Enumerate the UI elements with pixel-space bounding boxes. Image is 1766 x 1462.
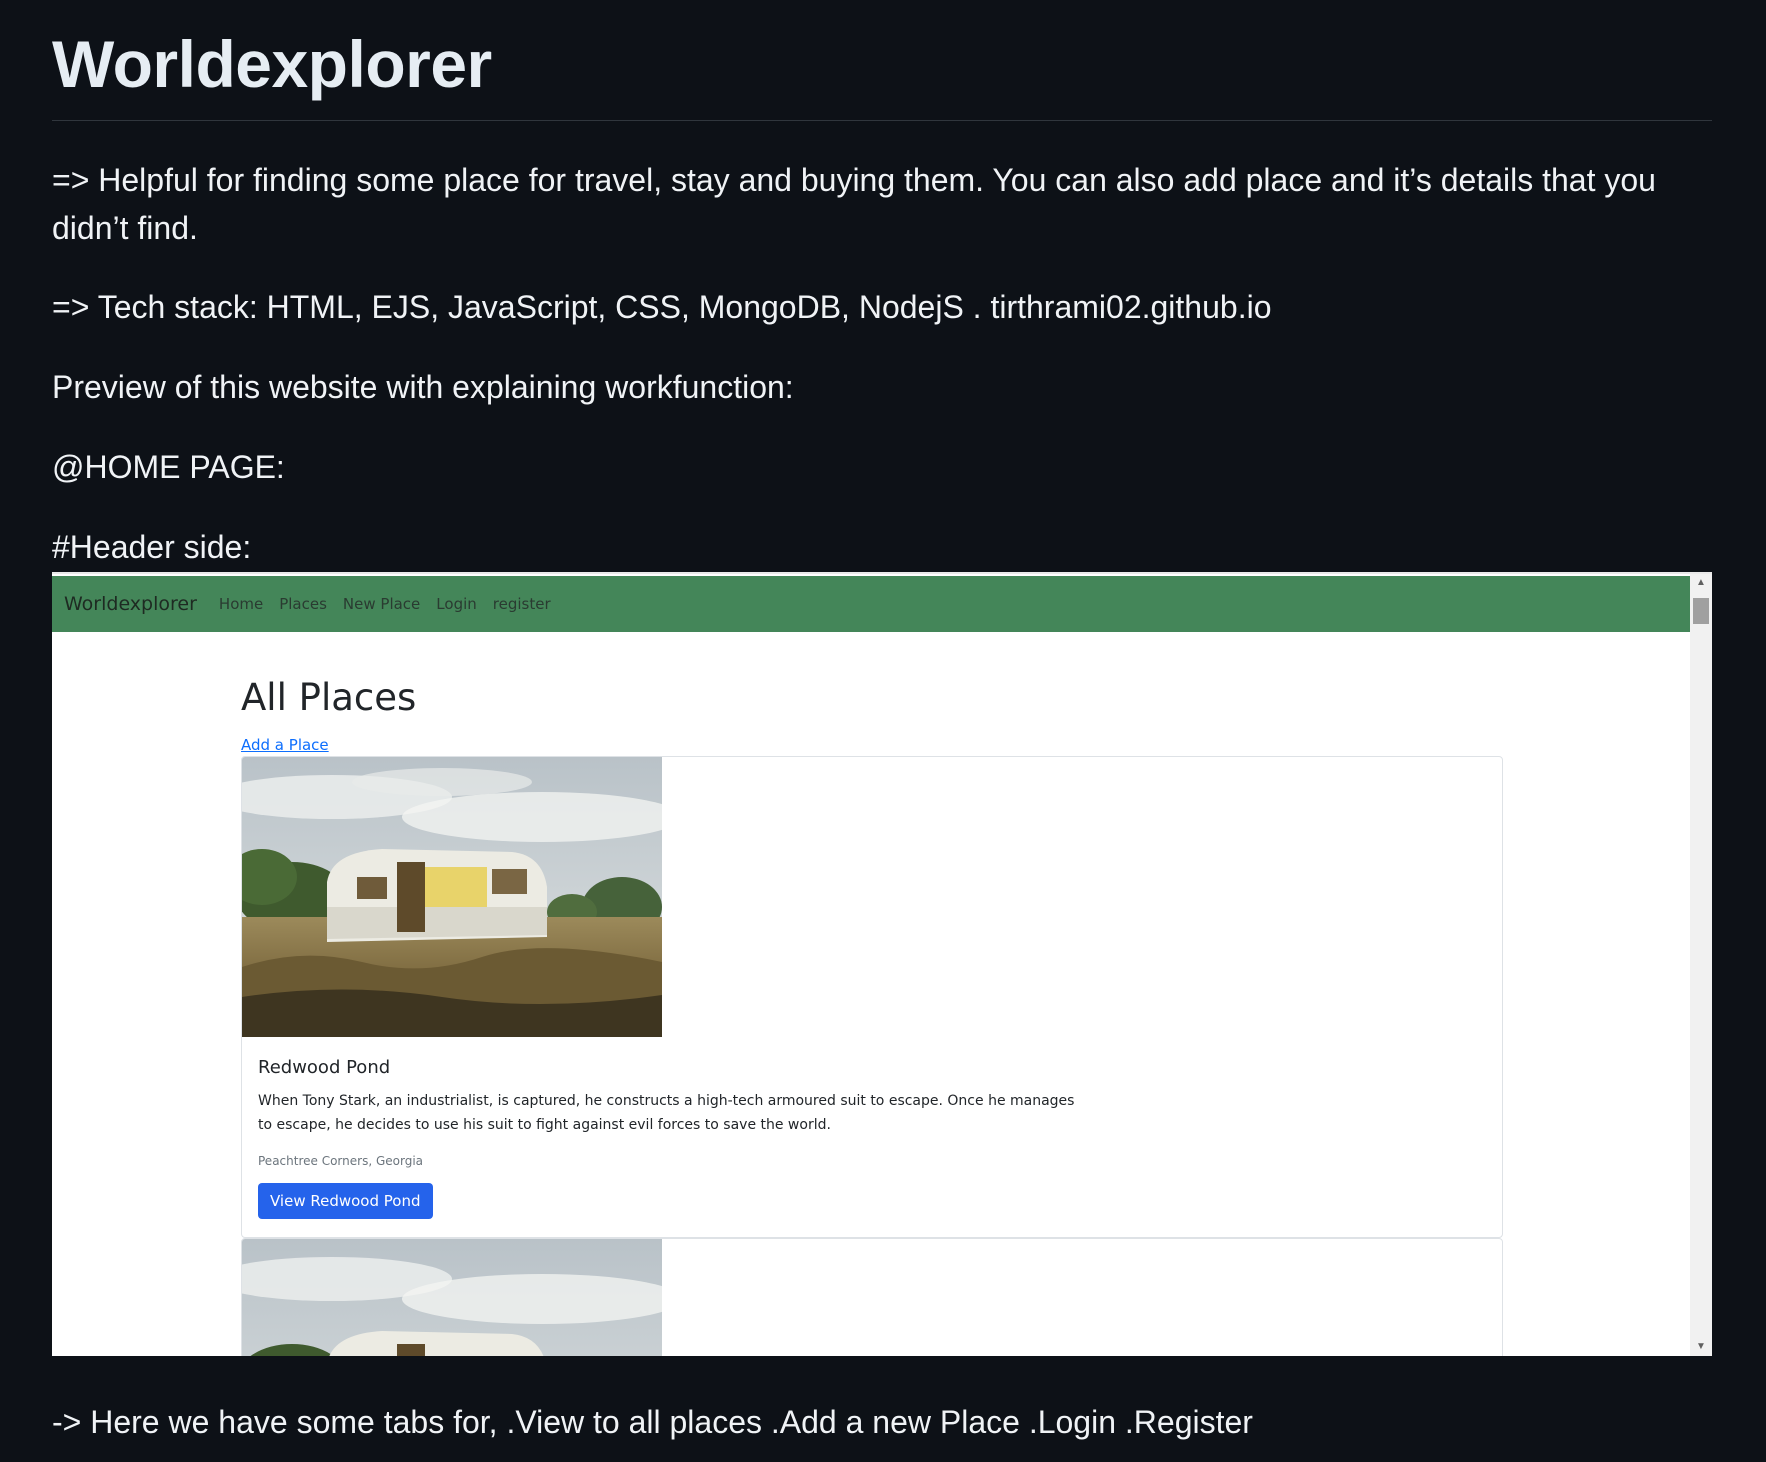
description-paragraph: => Helpful for finding some place for tr… xyxy=(52,162,1656,246)
scroll-down-arrow-icon[interactable]: ▼ xyxy=(1690,1338,1712,1356)
view-place-button[interactable]: View Redwood Pond xyxy=(258,1183,433,1219)
readme-page: Worldexplorer => Helpful for finding som… xyxy=(0,0,1766,1462)
preview-scrollbar[interactable]: ▲ ▼ xyxy=(1690,574,1712,1356)
nav-register[interactable]: register xyxy=(493,595,551,613)
caravan-photo xyxy=(242,1239,662,1356)
preview-intro: Preview of this website with explaining … xyxy=(52,369,794,405)
nav-home[interactable]: Home xyxy=(219,595,263,613)
tabs-note: -> Here we have some tabs for, .View to … xyxy=(52,1404,1253,1440)
website-preview-image: Worldexplorer Home Places New Place Logi… xyxy=(52,572,1712,1356)
place-card: Redwood Pond When Tony Stark, an industr… xyxy=(241,756,1503,1238)
place-location: Peachtree Corners, Georgia xyxy=(258,1154,423,1168)
home-page-heading: @HOME PAGE: xyxy=(52,449,285,485)
place-card xyxy=(241,1238,1503,1356)
title-divider xyxy=(52,120,1712,121)
nav-places[interactable]: Places xyxy=(279,595,327,613)
tech-stack-paragraph: => Tech stack: HTML, EJS, JavaScript, CS… xyxy=(52,289,1272,325)
scroll-thumb[interactable] xyxy=(1693,598,1709,624)
caravan-photo xyxy=(242,757,662,1037)
site-navbar: Worldexplorer Home Places New Place Logi… xyxy=(52,576,1690,632)
nav-login[interactable]: Login xyxy=(436,595,476,613)
all-places-heading: All Places xyxy=(241,676,417,719)
site-brand[interactable]: Worldexplorer xyxy=(64,593,197,615)
readme-title: Worldexplorer xyxy=(52,27,492,101)
place-description: When Tony Stark, an industrialist, is ca… xyxy=(258,1093,1075,1133)
header-side-heading: #Header side: xyxy=(52,529,252,565)
place-title: Redwood Pond xyxy=(258,1057,391,1078)
scroll-up-arrow-icon[interactable]: ▲ xyxy=(1690,574,1712,592)
nav-new-place[interactable]: New Place xyxy=(343,595,420,613)
add-place-link[interactable]: Add a Place xyxy=(241,736,329,754)
